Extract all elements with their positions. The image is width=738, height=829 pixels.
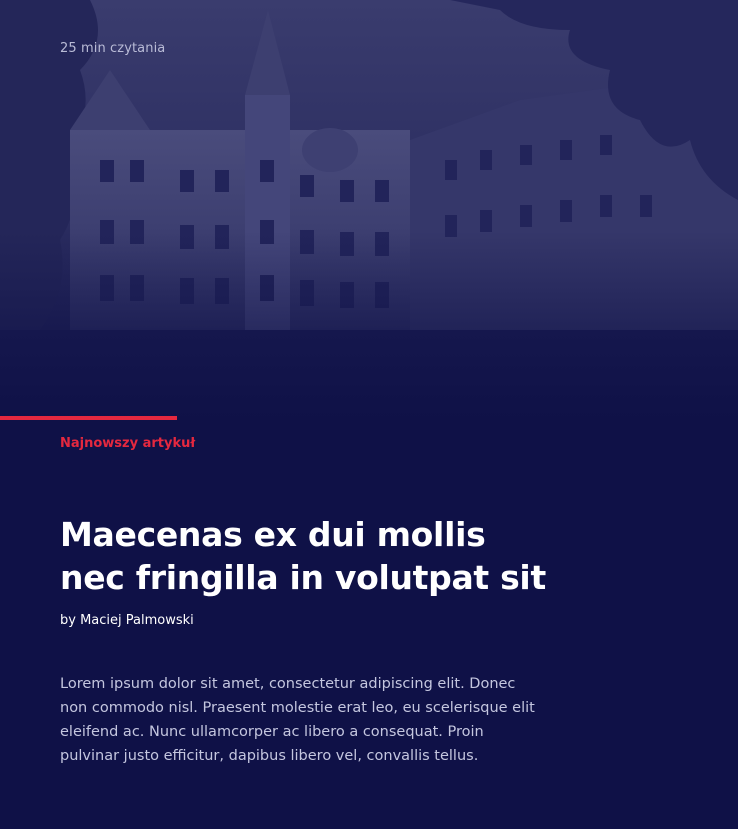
article-author: by Maciej Palmowski bbox=[60, 613, 194, 628]
article-title[interactable]: Maecenas ex dui mollis nec fringilla in … bbox=[60, 513, 560, 599]
reading-time: 25 min czytania bbox=[60, 41, 166, 56]
accent-divider bbox=[0, 416, 177, 420]
article-excerpt: Lorem ipsum dolor sit amet, consectetur … bbox=[60, 676, 535, 764]
hero-image bbox=[0, 0, 738, 420]
category-label[interactable]: Najnowszy artykuł bbox=[60, 436, 195, 451]
